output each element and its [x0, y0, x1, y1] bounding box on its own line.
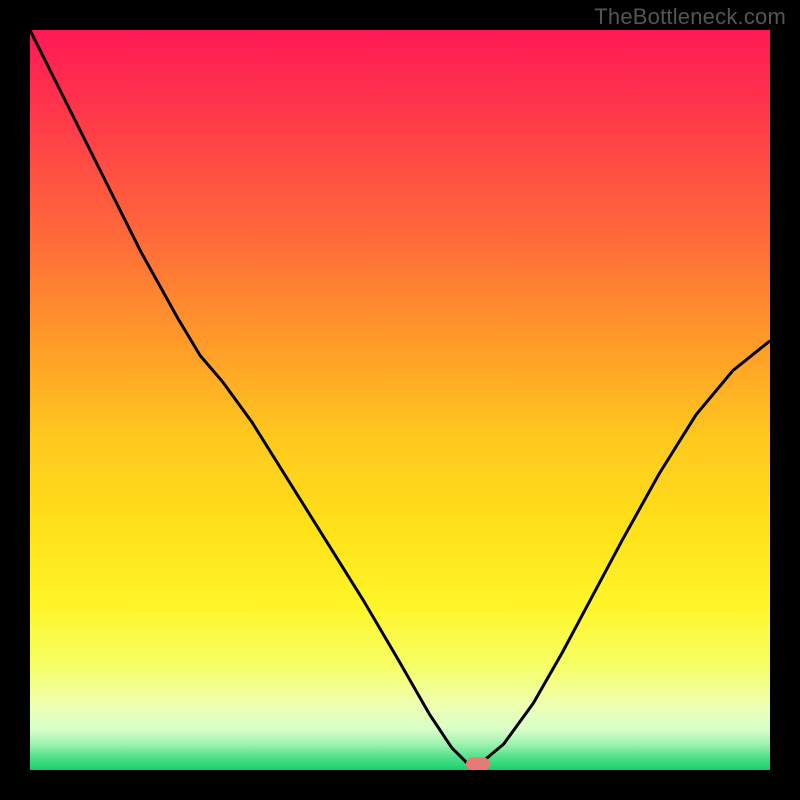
optimal-point-marker: [466, 758, 490, 770]
bottleneck-curve-svg: [30, 30, 770, 770]
chart-frame: TheBottleneck.com: [0, 0, 800, 800]
bottleneck-curve-path: [30, 30, 770, 763]
plot-area: [30, 30, 770, 770]
watermark-label: TheBottleneck.com: [594, 4, 786, 30]
